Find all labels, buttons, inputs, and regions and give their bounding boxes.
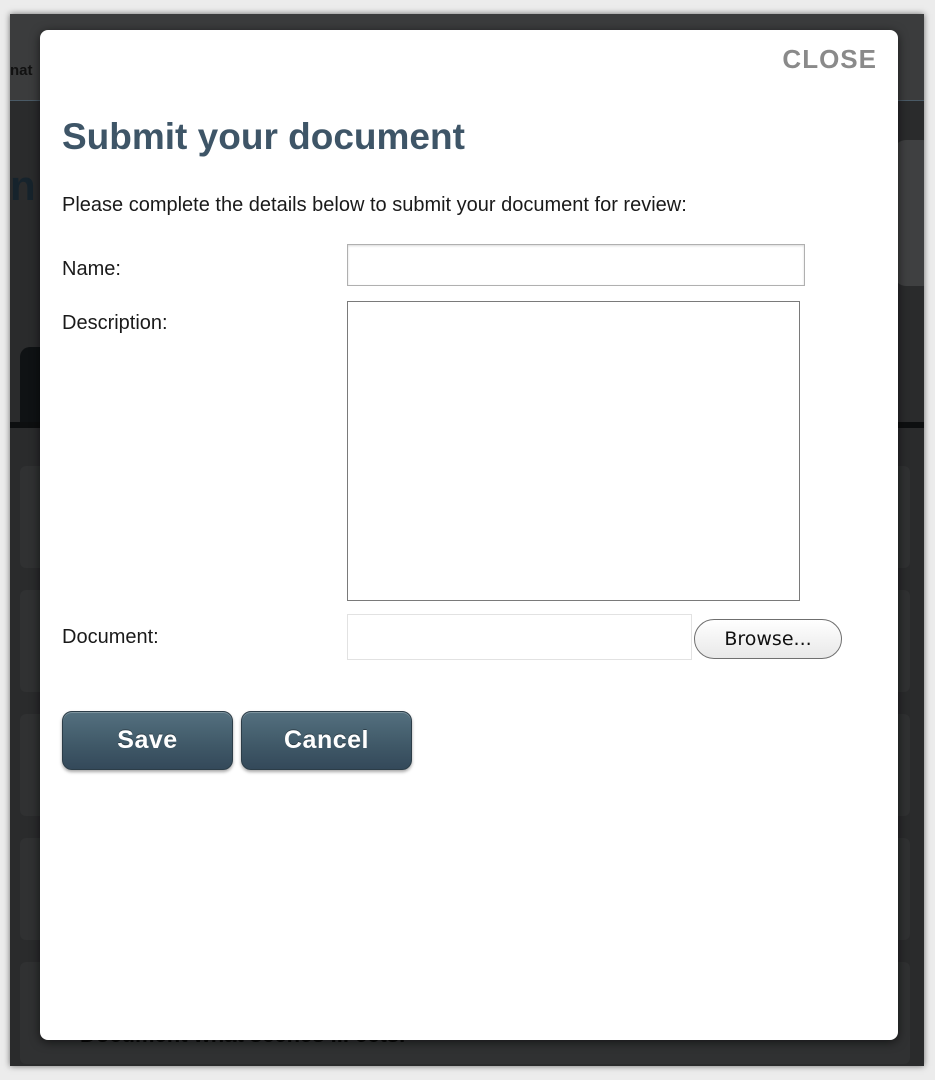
- document-file-field[interactable]: [347, 614, 692, 660]
- background-nav-text: nat: [10, 62, 33, 79]
- document-label: Document:: [62, 626, 159, 648]
- background-side-panel: [894, 140, 924, 286]
- screen: nat n Document what scenes ... ects. CLO…: [0, 0, 935, 1080]
- dialog-title: Submit your document: [62, 116, 465, 157]
- cancel-button[interactable]: Cancel: [241, 711, 412, 770]
- save-button[interactable]: Save: [62, 711, 233, 770]
- name-label: Name:: [62, 258, 121, 280]
- name-input[interactable]: [347, 244, 805, 286]
- close-button[interactable]: CLOSE: [782, 44, 877, 75]
- description-label: Description:: [62, 312, 168, 334]
- background-heading: n: [10, 162, 36, 209]
- submit-document-dialog: CLOSE Submit your document Please comple…: [40, 30, 898, 1040]
- dialog-instructions: Please complete the details below to sub…: [62, 194, 687, 216]
- browse-button[interactable]: Browse...: [694, 619, 842, 659]
- description-textarea[interactable]: [347, 301, 800, 601]
